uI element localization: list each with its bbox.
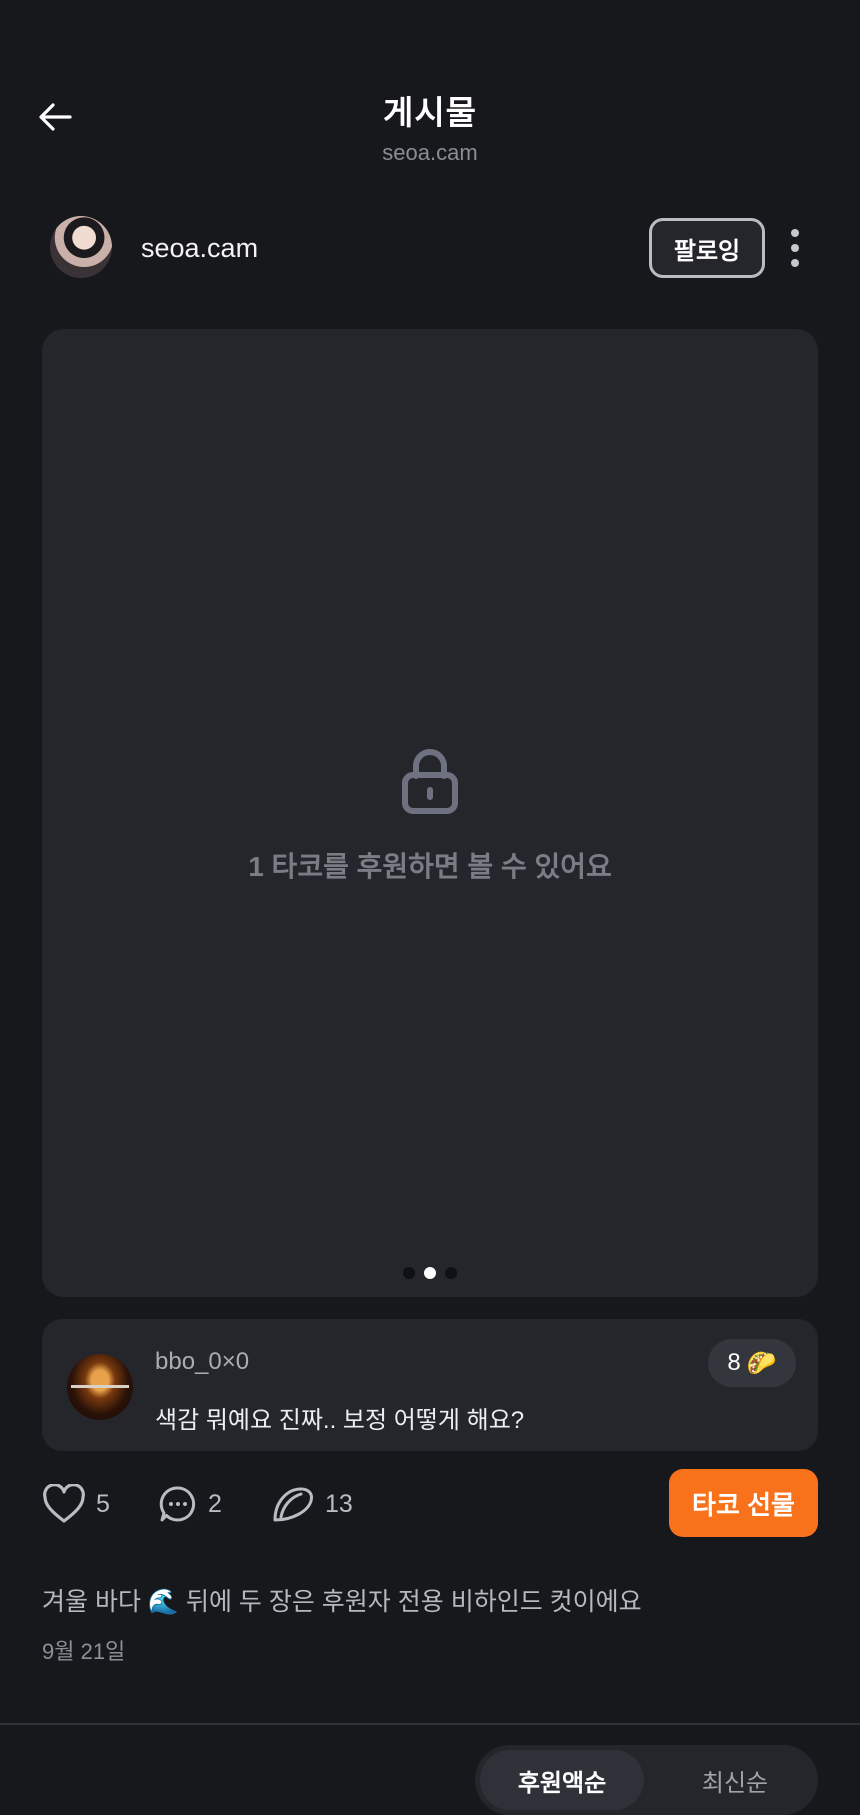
like-count: 5 — [96, 1489, 110, 1518]
comment-bubble-icon — [159, 1486, 196, 1522]
taco-count-button[interactable]: 13 — [271, 1482, 353, 1526]
tip-count: 8 — [727, 1349, 741, 1376]
like-button[interactable]: 5 — [42, 1482, 110, 1526]
taco-icon: 🌮 — [746, 1349, 777, 1377]
follow-button[interactable]: 팔로잉 — [649, 218, 765, 278]
page-header: 게시물 seoa.cam — [0, 86, 860, 166]
taco-outline-icon — [273, 1487, 313, 1522]
page-subtitle: seoa.cam — [382, 140, 478, 165]
taco-count: 13 — [325, 1489, 353, 1518]
comment-text: 색감 뭐예요 진짜.. 보정 어떻게 해요? — [155, 1407, 525, 1434]
comment-count: 2 — [208, 1489, 222, 1518]
lock-icon — [402, 748, 458, 819]
taco-gift-button[interactable]: 타코 선물 — [669, 1469, 818, 1537]
post-date: 9월 21일 — [42, 1639, 126, 1664]
locked-message: 1 타코를 후원하면 볼 수 있어요 — [248, 851, 612, 882]
comment-button[interactable]: 2 — [158, 1482, 222, 1526]
carousel-dot[interactable] — [445, 1267, 457, 1279]
more-options-button[interactable] — [780, 226, 810, 270]
carousel-dot-active[interactable] — [424, 1267, 436, 1279]
sort-option-latest[interactable]: 최신순 — [660, 1750, 810, 1810]
commenter-avatar[interactable] — [67, 1354, 133, 1420]
carousel-indicator — [0, 1267, 860, 1279]
author-name[interactable]: seoa.cam — [141, 233, 258, 264]
more-vertical-icon — [791, 229, 799, 237]
post-caption: 겨울 바다 🌊 뒤에 두 장은 후원자 전용 비하인드 컷이에요 — [42, 1588, 642, 1616]
section-divider — [0, 1723, 860, 1725]
author-avatar[interactable] — [50, 216, 112, 278]
heart-icon — [43, 1484, 85, 1523]
carousel-dot[interactable] — [403, 1267, 415, 1279]
sort-option-tip-amount[interactable]: 후원액순 — [480, 1750, 644, 1810]
page-title: 게시물 — [382, 94, 478, 131]
commenter-name[interactable]: bbo_0×0 — [155, 1348, 249, 1376]
comment-tip-badge: 8 🌮 — [708, 1339, 796, 1387]
